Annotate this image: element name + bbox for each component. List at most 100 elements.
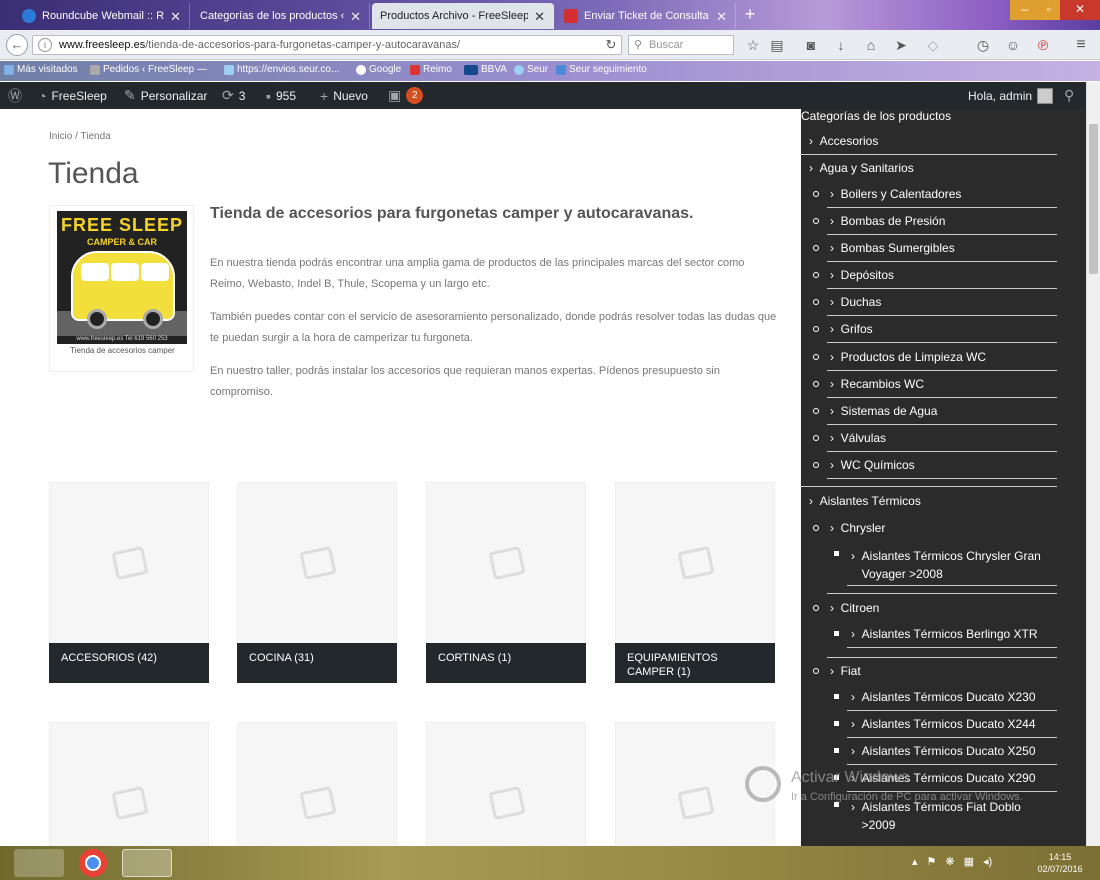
- customize-button[interactable]: ✎ Personalizar: [124, 82, 207, 109]
- reload-icon[interactable]: ↻: [600, 35, 622, 55]
- sidebar-item-limpieza-wc[interactable]: › Productos de Limpieza WC: [830, 350, 986, 364]
- bookmark-reimo[interactable]: Reimo: [410, 64, 452, 75]
- pocket-icon[interactable]: ◙: [802, 36, 820, 54]
- system-clock[interactable]: 14:15 02/07/2016: [1030, 851, 1090, 875]
- volume-icon[interactable]: ◂): [983, 855, 992, 868]
- new-tab-icon[interactable]: +: [740, 5, 760, 25]
- url-input[interactable]: i www.freesleep.es/tienda-de-accesorios-…: [32, 35, 622, 55]
- product-category-label[interactable]: CORTINAS (1): [426, 643, 586, 683]
- sidebar-item-boilers[interactable]: › Boilers y Calentadores: [830, 187, 961, 201]
- sidebar-item-fiat-doblo[interactable]: › Aislantes Térmicos Fiat Doblo >2009: [851, 798, 1056, 834]
- close-icon[interactable]: ✕: [170, 10, 181, 23]
- network-icon[interactable]: ❋: [945, 855, 954, 868]
- new-content-button[interactable]: + Nuevo: [320, 82, 368, 109]
- reading-list-icon[interactable]: ▤: [768, 36, 786, 54]
- clock-icon[interactable]: ◷: [974, 36, 992, 54]
- send-icon[interactable]: ➤: [892, 36, 910, 54]
- bookmark-icon: [224, 64, 234, 75]
- bookmark-google[interactable]: Google: [356, 64, 401, 75]
- image-caption: Tienda de accesorios camper: [70, 346, 175, 355]
- sidebar-item-accesorios[interactable]: › Accesorios: [809, 134, 878, 148]
- sidebar-item-bombas-sumergibles[interactable]: › Bombas Sumergibles: [830, 241, 955, 255]
- sidebar-item-recambios-wc[interactable]: › Recambios WC: [830, 377, 924, 391]
- sidebar-item-ducato-x230[interactable]: › Aislantes Térmicos Ducato X230: [851, 690, 1036, 704]
- page-scrollbar[interactable]: [1086, 82, 1100, 846]
- bookmark-seur[interactable]: Seur: [514, 64, 548, 75]
- flag-icon[interactable]: ⚑: [927, 855, 937, 868]
- tab-enviar-ticket[interactable]: Enviar Ticket de Consulta ... ✕: [556, 3, 736, 29]
- divider: [827, 234, 1057, 235]
- pinterest-icon[interactable]: ℗: [1034, 36, 1052, 54]
- product-category-label[interactable]: ACCESORIOS (42): [49, 643, 209, 683]
- wordpress-logo-button[interactable]: Ⓦ: [8, 82, 22, 109]
- scrollbar-thumb[interactable]: [1089, 124, 1098, 274]
- chevron-up-icon[interactable]: ▴: [912, 855, 918, 868]
- window-close-icon[interactable]: ✕: [1060, 0, 1100, 20]
- tab-roundcube[interactable]: Roundcube Webmail :: Re... ✕: [14, 3, 190, 29]
- product-category-card[interactable]: CORTINAS (1): [426, 482, 586, 683]
- tab-categorias[interactable]: Categorías de los productos ‹ ... ✕: [192, 3, 370, 29]
- sidebar-item-berlingo[interactable]: › Aislantes Térmicos Berlingo XTR: [851, 627, 1038, 641]
- sidebar-item-sistemas-agua[interactable]: › Sistemas de Agua: [830, 404, 937, 418]
- image-placeholder-icon: [111, 785, 149, 821]
- sidebar-item-valvulas[interactable]: › Válvulas: [830, 431, 886, 445]
- wifi-icon[interactable]: ▦: [964, 855, 974, 868]
- bookmark-bbva[interactable]: BBVA: [464, 64, 507, 75]
- sidebar-item-chrysler[interactable]: › Chrysler: [830, 521, 885, 535]
- product-category-label[interactable]: COCINA (31): [237, 643, 397, 683]
- product-category-label[interactable]: EQUIPAMIENTOS CAMPER (1): [615, 643, 775, 683]
- close-icon[interactable]: ✕: [716, 10, 727, 23]
- product-category-card[interactable]: COCINA (31): [237, 482, 397, 683]
- product-category-card[interactable]: [426, 722, 586, 880]
- admin-search-button[interactable]: ⚲: [1064, 82, 1074, 109]
- menu-icon[interactable]: ≡: [1072, 36, 1090, 54]
- sidebar-item-fiat[interactable]: › Fiat: [830, 664, 861, 678]
- download-icon[interactable]: ↓: [832, 36, 850, 54]
- sidebar-item-bombas-presion[interactable]: › Bombas de Presión: [830, 214, 945, 228]
- sidebar-item-grifos[interactable]: › Grifos: [830, 322, 873, 336]
- product-category-card[interactable]: [49, 722, 209, 880]
- home-icon[interactable]: ⌂: [862, 36, 880, 54]
- account-menu[interactable]: Hola, admin: [968, 82, 1054, 109]
- comments-button[interactable]: ▪ 955: [266, 82, 296, 109]
- chevron-right-icon: ›: [830, 241, 841, 255]
- bookmark-seur-seguimiento[interactable]: Seur seguimiento: [556, 64, 647, 75]
- sidebar-item-chrysler-voyager[interactable]: › Aislantes Térmicos Chrysler Gran Voyag…: [851, 547, 1056, 583]
- plus-icon: +: [320, 87, 329, 104]
- sidebar-item-citroen[interactable]: › Citroen: [830, 601, 879, 615]
- chevron-right-icon: ›: [830, 601, 841, 615]
- divider: [801, 486, 1057, 487]
- search-input[interactable]: ⚲ Buscar: [628, 35, 734, 55]
- bookmark-envios-seur[interactable]: https://envios.seur.co...: [224, 64, 339, 75]
- site-name-button[interactable]: ◔ FreeSleep: [38, 82, 107, 109]
- bookmark-pedidos[interactable]: Pedidos ‹ FreeSleep —: [90, 64, 207, 75]
- bookmark-icon: [514, 64, 524, 75]
- product-category-card[interactable]: ACCESORIOS (42): [49, 482, 209, 683]
- chrome-icon[interactable]: [68, 849, 118, 877]
- tab-productos-archivo[interactable]: Productos Archivo - FreeSleep ✕: [372, 3, 554, 29]
- plugin-button[interactable]: ▣ 2: [388, 82, 424, 109]
- smiley-icon[interactable]: ☺: [1004, 36, 1022, 54]
- file-explorer-icon[interactable]: [14, 849, 64, 877]
- breadcrumb[interactable]: Inicio / Tienda: [49, 131, 111, 142]
- sidebar-item-depositos[interactable]: › Depósitos: [830, 268, 894, 282]
- bookmark-mas-visitados[interactable]: Más visitados: [4, 64, 78, 75]
- sidebar-item-ducato-x244[interactable]: › Aislantes Térmicos Ducato X244: [851, 717, 1036, 731]
- sidebar-item-wc-quimicos[interactable]: › WC Químicos: [830, 458, 915, 472]
- bookmark-star-icon[interactable]: ☆: [744, 36, 762, 54]
- divider: [847, 710, 1057, 711]
- bullet-square-icon: [834, 694, 839, 699]
- close-icon[interactable]: ✕: [350, 10, 361, 23]
- close-icon[interactable]: ✕: [534, 10, 545, 23]
- extension-icon[interactable]: ◇: [924, 36, 942, 54]
- firefox-icon[interactable]: [122, 849, 172, 877]
- product-category-card[interactable]: EQUIPAMIENTOS CAMPER (1): [615, 482, 775, 683]
- sidebar-item-duchas[interactable]: › Duchas: [830, 295, 881, 309]
- sidebar-item-ducato-x250[interactable]: › Aislantes Térmicos Ducato X250: [851, 744, 1036, 758]
- updates-button[interactable]: ⟳ 3: [222, 82, 245, 109]
- info-icon[interactable]: i: [38, 38, 52, 52]
- product-category-card[interactable]: [237, 722, 397, 880]
- sidebar-item-aislantes[interactable]: › Aislantes Térmicos: [809, 494, 921, 508]
- back-arrow-icon[interactable]: ←: [6, 34, 28, 56]
- sidebar-item-agua-sanitarios[interactable]: › Agua y Sanitarios: [809, 161, 914, 175]
